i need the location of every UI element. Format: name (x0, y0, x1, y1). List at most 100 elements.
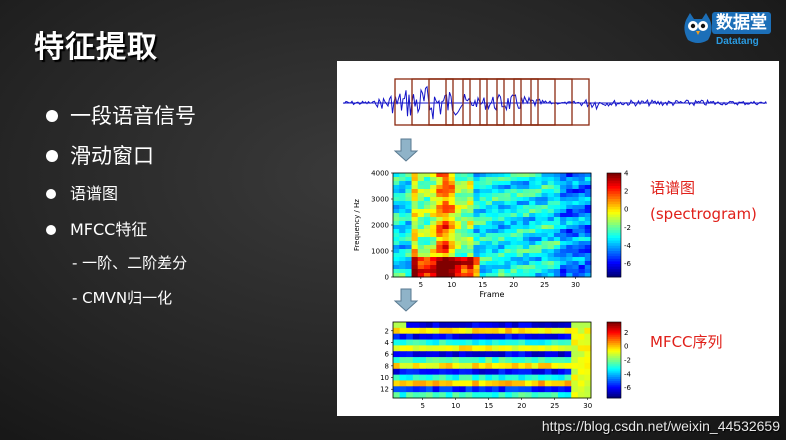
mfcc-cell (393, 386, 401, 393)
spectrogram-cell (423, 217, 431, 222)
mfcc-cell (445, 392, 453, 399)
mfcc-cell (432, 362, 440, 370)
spectrogram-cell (492, 189, 499, 194)
spectrogram-cell (510, 185, 518, 190)
spectrogram-cell (473, 177, 481, 182)
spectrogram-cell (510, 257, 518, 262)
mfcc-cell (492, 339, 500, 346)
spectrogram-cell (553, 229, 561, 234)
spectrogram-cell (584, 229, 592, 234)
mfcc-cell (478, 357, 486, 364)
spectrogram-cell (566, 237, 573, 242)
mfcc-cell (439, 351, 447, 358)
spectrogram-cell (405, 197, 413, 202)
mfcc-cell (426, 333, 434, 341)
spectrogram-cell (479, 217, 487, 222)
mfcc-cell (393, 351, 401, 358)
spectrogram-cell (411, 217, 419, 222)
spectrogram-cell (498, 241, 505, 246)
mfcc-cell (498, 339, 506, 346)
mfcc-cell (564, 322, 572, 329)
spectrogram-cell (510, 201, 518, 206)
spectrogram-cell (405, 193, 413, 198)
down-arrow-icon (393, 288, 419, 312)
mfcc-cell (498, 380, 506, 387)
spectrogram-cell (417, 221, 425, 226)
spectrogram-cell (417, 213, 425, 218)
spectrogram-cell (436, 197, 443, 202)
spectrogram-cell (454, 201, 462, 206)
spectrogram-cell (516, 185, 524, 190)
mfcc-cell (551, 345, 559, 352)
spectrogram-cell (417, 189, 425, 194)
mfcc-cell (445, 351, 453, 358)
mfcc-cell (492, 345, 500, 352)
spectrogram-cell (584, 245, 592, 250)
spectrogram-cell (578, 245, 586, 250)
mfcc-cell (571, 380, 579, 387)
mfcc-cell (531, 392, 539, 399)
spectrogram-cell (560, 245, 567, 250)
spectrogram-cell (485, 253, 493, 258)
spectrogram-cell (411, 245, 419, 250)
spectrogram-cell (430, 233, 437, 238)
mfcc-cell (439, 345, 447, 352)
mfcc-cell (393, 374, 401, 381)
mfcc-cell (518, 351, 526, 358)
mfcc-cell (459, 345, 467, 352)
mfcc-cell (544, 351, 552, 358)
mfcc-cell (564, 392, 572, 399)
spectrogram-cell (467, 205, 474, 210)
mfcc-cell (571, 322, 579, 329)
spectrogram-cell (529, 197, 536, 202)
colorbar-cell (607, 219, 621, 223)
spectrogram-cell (516, 261, 524, 266)
spectrogram-cell (541, 229, 549, 234)
spectrogram-cell (547, 209, 555, 214)
spectrogram-cell (442, 177, 450, 182)
owl-icon (684, 13, 712, 43)
spectrogram-cell (393, 257, 400, 262)
spectrogram-cell (522, 189, 530, 194)
spectrogram-cell (411, 201, 419, 206)
mfcc-cell (419, 327, 427, 335)
spectrogram-cell (541, 177, 549, 182)
mfcc-ytick-label: 12 (380, 386, 389, 394)
mfcc-cell (406, 392, 414, 399)
spectrogram-cell (541, 205, 549, 210)
mfcc-ytick-label: 6 (385, 351, 390, 359)
spectrogram-cell (529, 213, 536, 218)
mfcc-cell (584, 322, 592, 329)
spectrogram-cell (411, 185, 419, 190)
spectrogram-cell (578, 185, 586, 190)
spectrogram-cell (442, 225, 450, 230)
spectrogram-cell (541, 237, 549, 242)
spectrogram-cell (578, 237, 586, 242)
mfcc-cell (412, 345, 420, 352)
mfcc-cell (492, 392, 500, 399)
mfcc-cell (439, 392, 447, 399)
spectrogram-cell (560, 241, 567, 246)
spectrogram-cell (479, 213, 487, 218)
spectrogram-cell (485, 257, 493, 262)
mfcc-cell (538, 357, 546, 364)
mfcc-cell (564, 327, 572, 335)
spectrogram-cell (448, 245, 456, 250)
spectrogram-cell (448, 173, 456, 178)
spectrogram-cell (417, 225, 425, 230)
spectrogram-cell (417, 217, 425, 222)
spectrogram-cell (411, 177, 419, 182)
mfcc-cell (538, 345, 546, 352)
spectrogram-cell (393, 229, 400, 234)
mfcc-cell (525, 339, 533, 346)
mfcc-cell (577, 368, 585, 376)
spectrogram-cell (473, 253, 481, 258)
spectrogram-cell (504, 173, 512, 178)
spectrogram-cell (479, 269, 487, 274)
spectrogram-cell (498, 213, 505, 218)
mfcc-cell (432, 392, 440, 399)
spectrogram-cell (448, 209, 456, 214)
spectrogram-cell (566, 205, 573, 210)
mfcc-cell (558, 345, 566, 352)
bullet-text: 滑动窗口 (70, 144, 154, 168)
